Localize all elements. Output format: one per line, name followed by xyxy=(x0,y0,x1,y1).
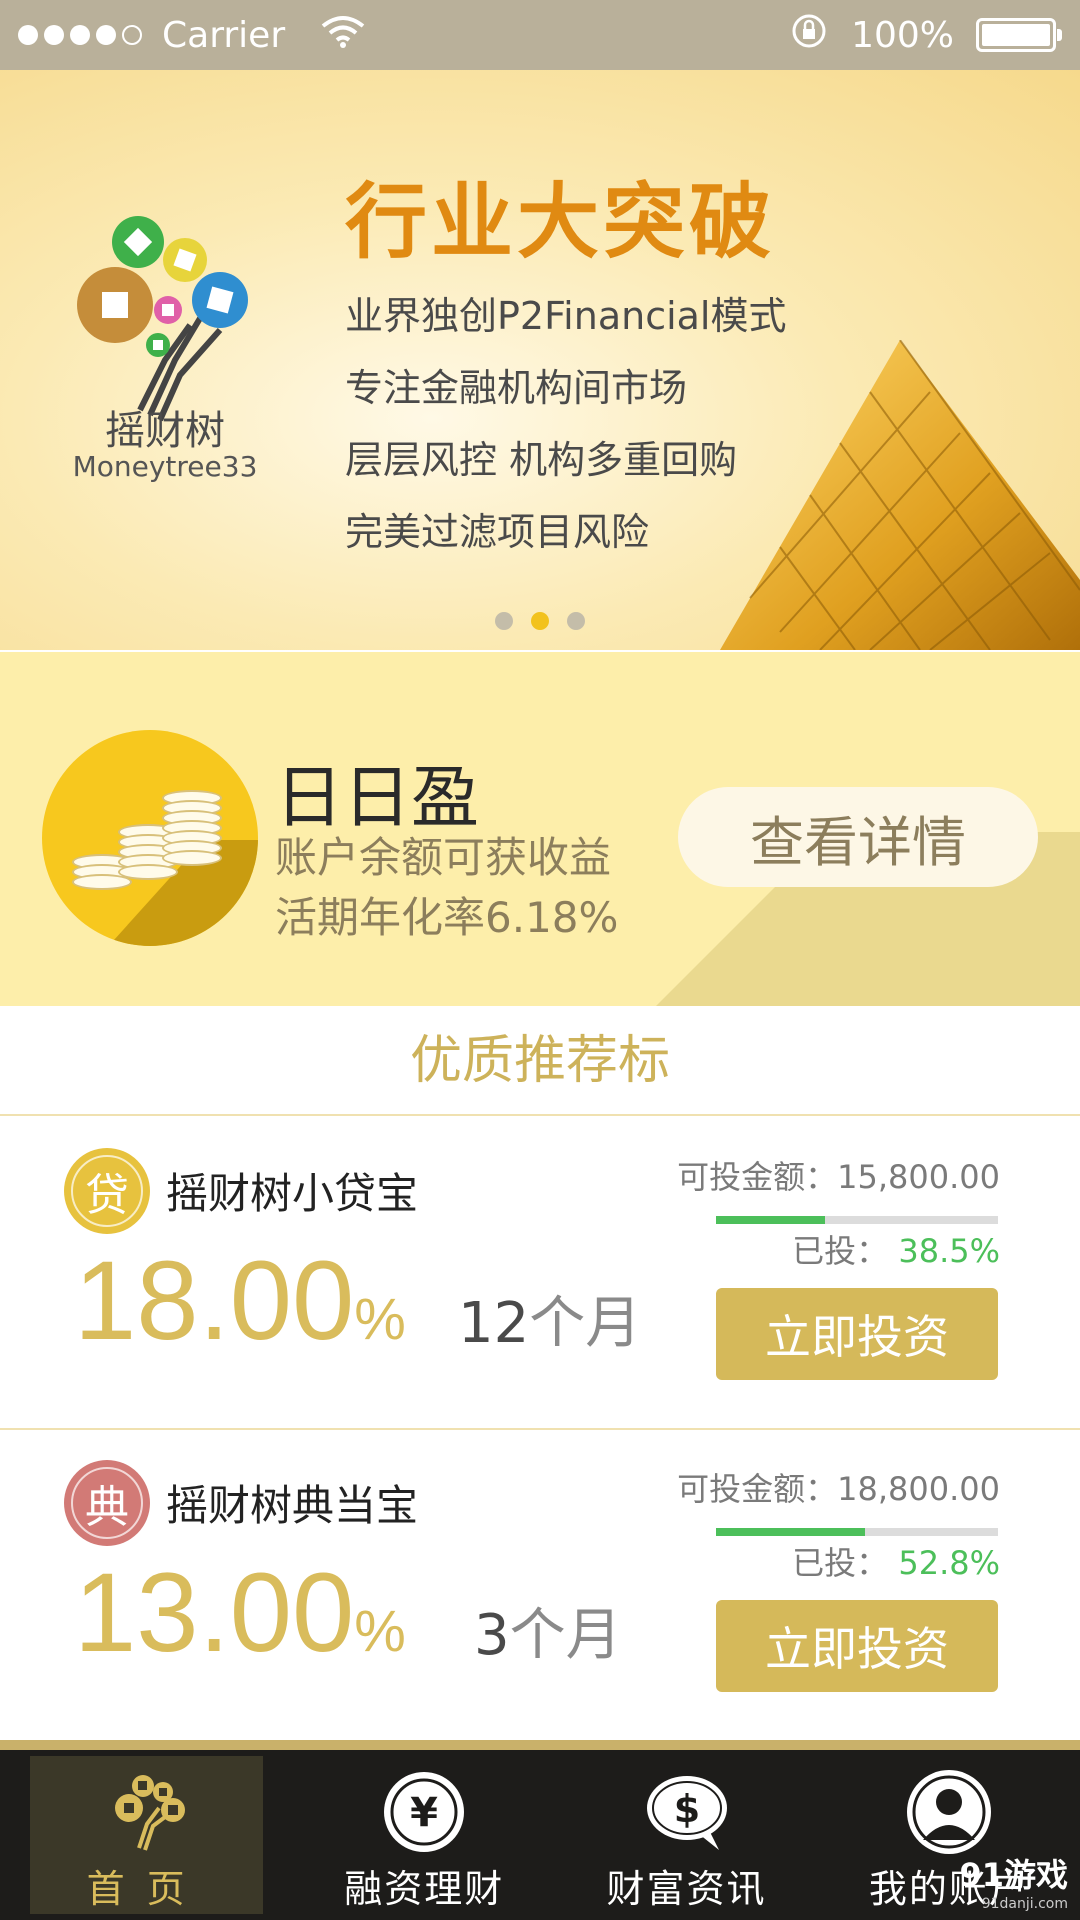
battery-percent: 100% xyxy=(851,14,954,56)
section-title: 优质推荐标 xyxy=(0,1006,1080,1116)
wifi-icon xyxy=(321,14,365,57)
promo-subtitle: 账户余额可获收益 xyxy=(275,833,612,882)
page-dot[interactable] xyxy=(495,612,513,630)
dollar-bubble-icon: $ xyxy=(646,1776,727,1850)
view-details-button[interactable]: 查看详情 xyxy=(678,787,1038,887)
promo-banner[interactable]: 摇财树 Moneytree33 行业大突破 业界独创P2Financial模式 … xyxy=(0,70,1080,650)
banner-headline: 行业大突破 xyxy=(345,175,776,270)
logo-chinese-name: 摇财树 xyxy=(105,408,225,454)
tab-label: 首页 xyxy=(86,1867,207,1911)
page-dot[interactable] xyxy=(567,612,585,630)
divider xyxy=(0,1740,1080,1750)
product-card[interactable]: 典 摇财树典当宝 13.00% 3个月 可投金额：18,800.00 已投： 5… xyxy=(0,1430,1080,1742)
carrier-label: Carrier xyxy=(162,14,286,56)
invest-progress-bar xyxy=(716,1216,998,1224)
annual-rate: 18.00% xyxy=(74,1238,406,1363)
tab-label: 融资理财 xyxy=(344,1867,505,1911)
product-name: 摇财树小贷宝 xyxy=(166,1169,419,1218)
svg-text:¥: ¥ xyxy=(410,1790,438,1836)
loan-badge-icon: 贷 xyxy=(64,1148,150,1234)
product-name: 摇财树典当宝 xyxy=(166,1481,419,1530)
invest-now-button[interactable]: 立即投资 xyxy=(716,1600,998,1692)
money-tree-icon xyxy=(114,1775,185,1851)
available-amount: 可投金额：18,800.00 xyxy=(677,1470,1000,1508)
svg-text:$: $ xyxy=(673,1787,699,1831)
tab-news[interactable]: $ 财富资讯 xyxy=(555,1750,817,1920)
tab-account[interactable]: 我的账户 91游戏 91danji.com xyxy=(818,1750,1080,1920)
loan-term: 3个月 xyxy=(474,1603,622,1668)
status-bar: Carrier 100% xyxy=(0,0,1080,70)
tab-home[interactable]: 首页 xyxy=(30,1756,264,1914)
battery-icon xyxy=(976,18,1062,52)
invest-progress-bar xyxy=(716,1528,998,1536)
invested-percent: 已投： 52.8% xyxy=(792,1544,1000,1582)
promo-rate: 活期年化率6.18% xyxy=(275,893,619,942)
daily-income-card: 日日盈 账户余额可获收益 活期年化率6.18% 查看详情 xyxy=(0,652,1080,1006)
loan-term: 12个月 xyxy=(458,1291,642,1356)
tab-finance[interactable]: ¥ 融资理财 xyxy=(293,1750,555,1920)
glass-pyramid-image xyxy=(720,340,1080,650)
logo-english-name: Moneytree33 xyxy=(72,450,258,483)
pawn-badge-icon: 典 xyxy=(64,1460,150,1546)
signal-dots-icon xyxy=(18,25,142,45)
user-icon xyxy=(906,1770,991,1854)
invested-percent: 已投： 38.5% xyxy=(792,1232,1000,1270)
coins-icon xyxy=(42,730,258,946)
annual-rate: 13.00% xyxy=(74,1550,406,1675)
tab-label: 财富资讯 xyxy=(606,1867,767,1911)
invest-now-button[interactable]: 立即投资 xyxy=(716,1288,998,1380)
rotation-lock-icon xyxy=(789,11,829,60)
banner-page-indicator[interactable] xyxy=(0,612,1080,630)
page-dot-active[interactable] xyxy=(531,612,549,630)
available-amount: 可投金额：15,800.00 xyxy=(677,1158,1000,1196)
watermark-logo: 91游戏 91danji.com xyxy=(959,1856,1068,1912)
product-card[interactable]: 贷 摇财树小贷宝 18.00% 12个月 可投金额：15,800.00 已投： … xyxy=(0,1118,1080,1430)
yen-icon: ¥ xyxy=(384,1772,465,1852)
bottom-tab-bar: 首页 ¥ 融资理财 $ 财富资讯 我的账户 91游戏 91danji.com xyxy=(0,1750,1080,1920)
